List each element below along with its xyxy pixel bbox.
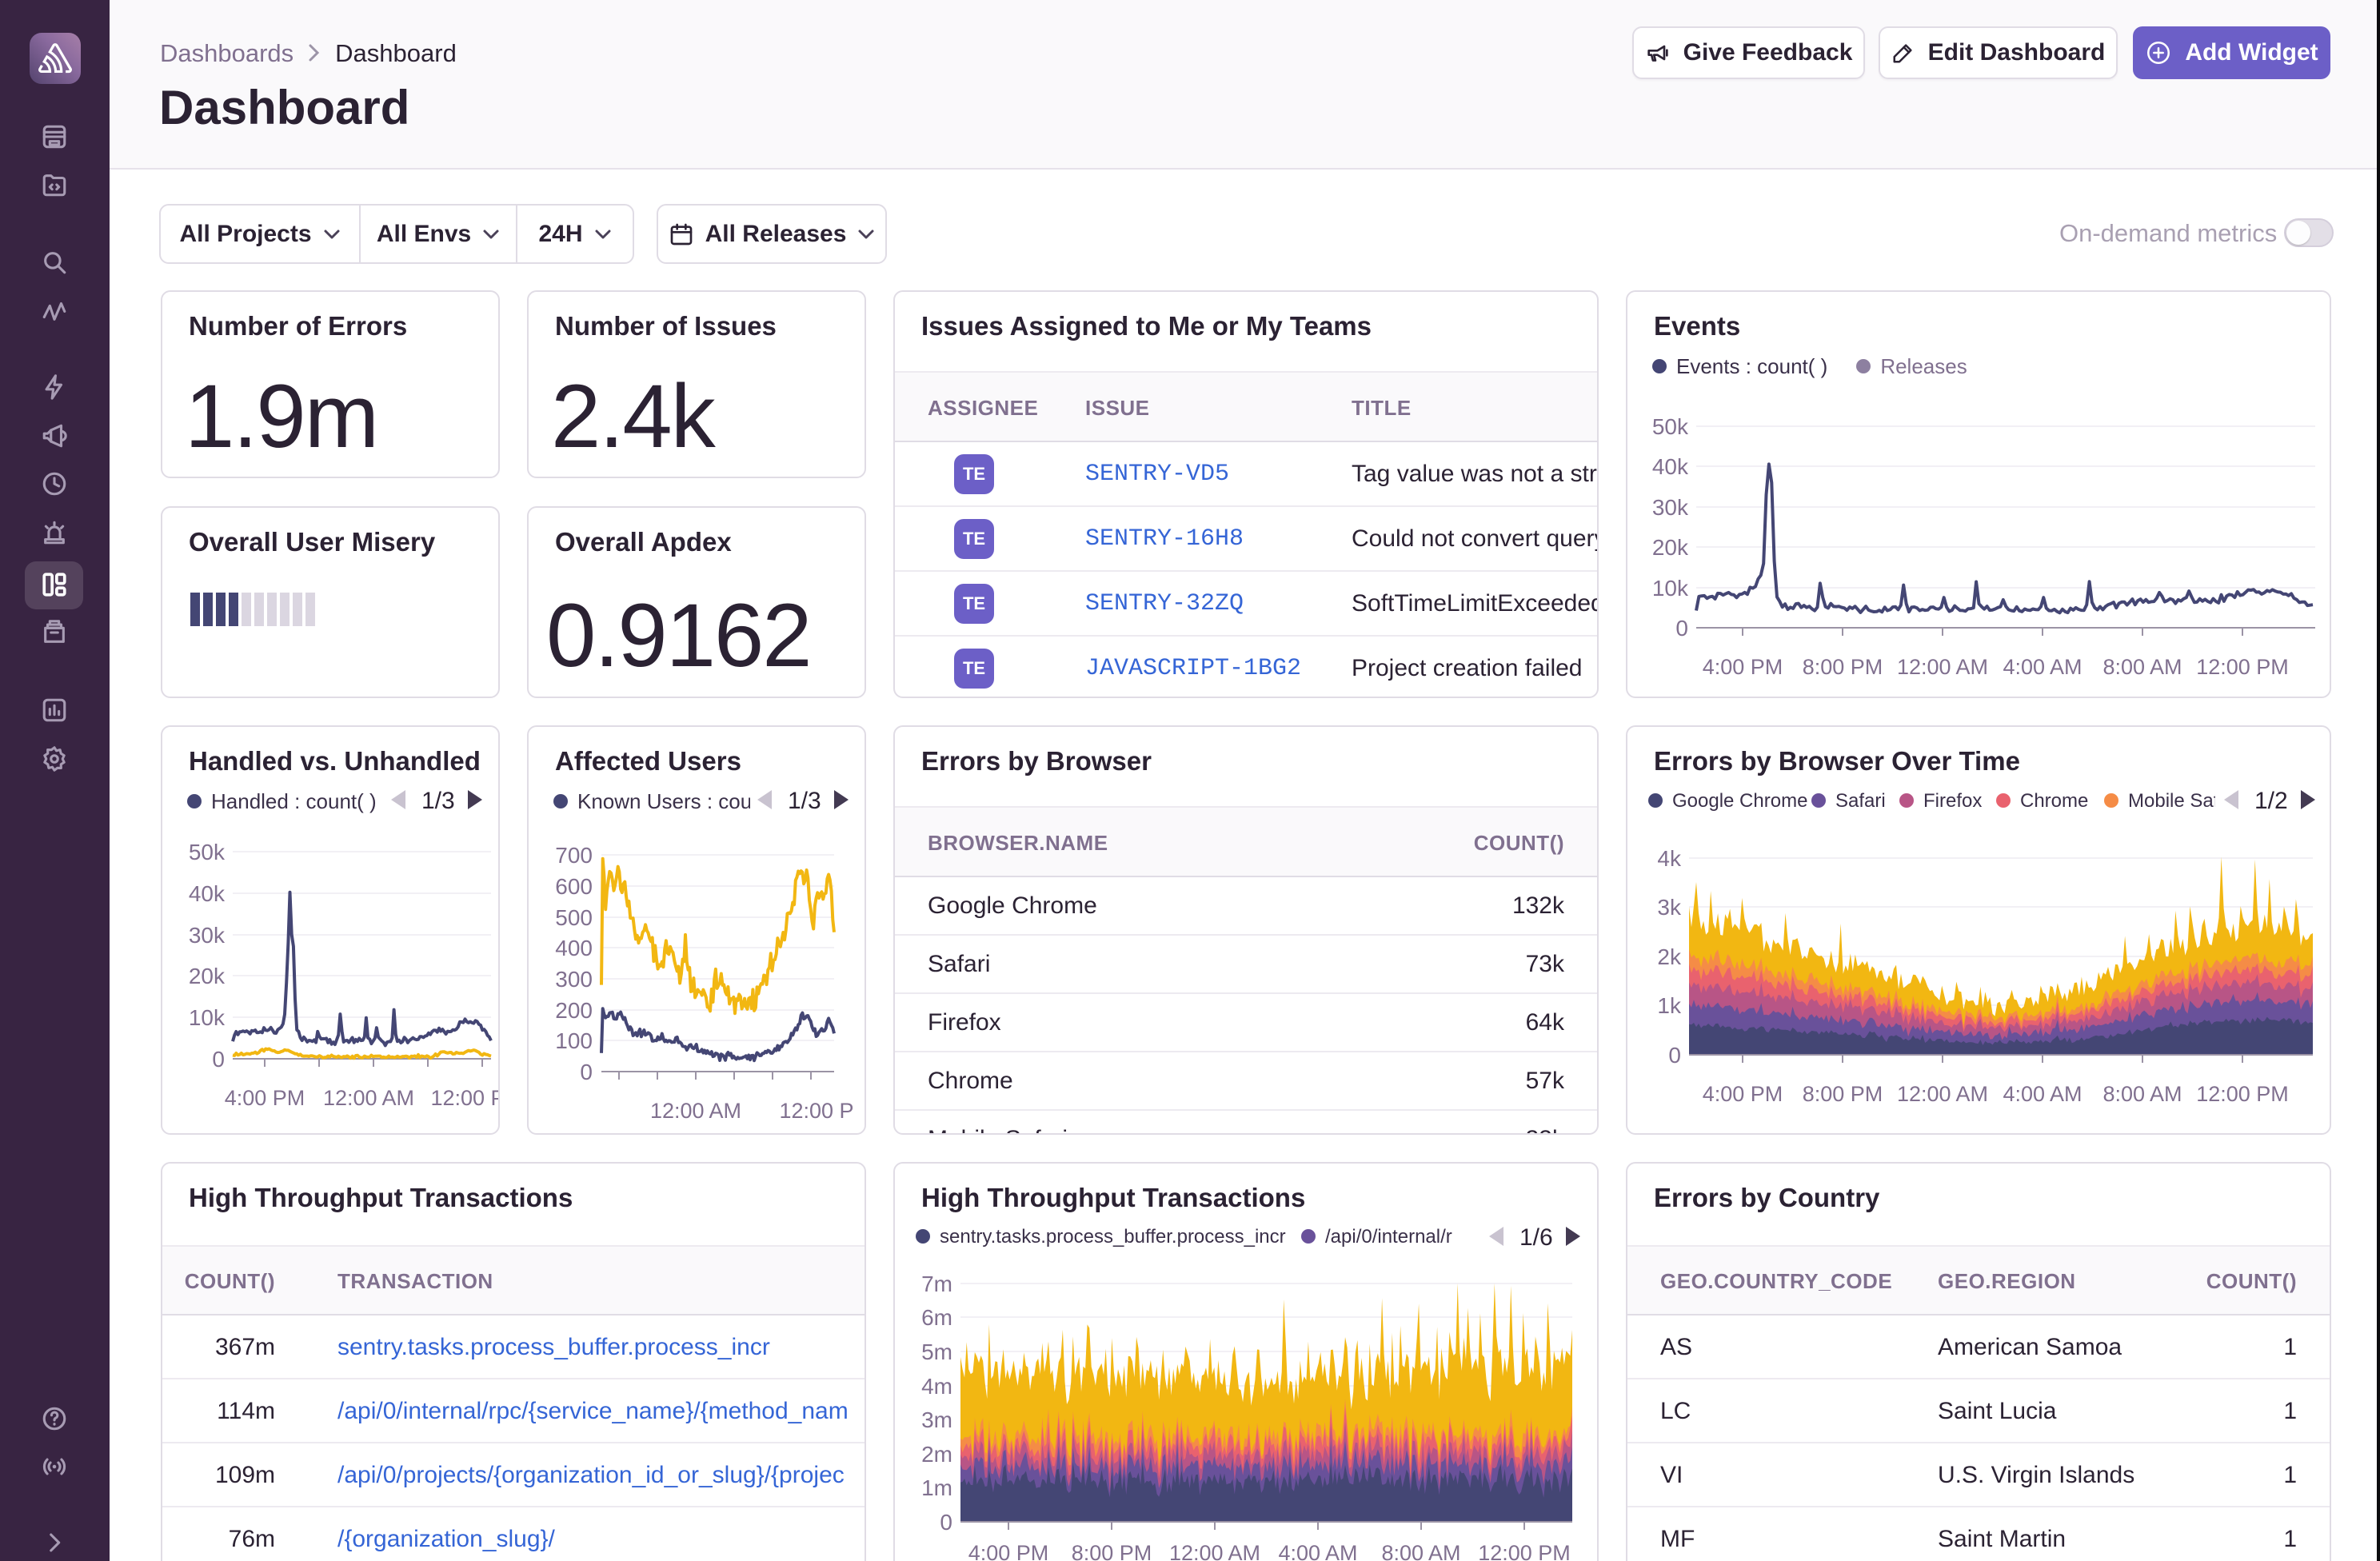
svg-text:0: 0 <box>1675 616 1688 641</box>
svg-text:100: 100 <box>555 1028 593 1053</box>
svg-text:4:00 PM: 4:00 PM <box>225 1086 305 1110</box>
svg-text:12:00 AM: 12:00 AM <box>1897 1082 1988 1106</box>
svg-text:2k: 2k <box>1657 944 1682 969</box>
svg-text:700: 700 <box>555 843 593 868</box>
svg-text:30k: 30k <box>1652 495 1689 520</box>
svg-text:5m: 5m <box>921 1339 952 1364</box>
svg-text:12:00 P: 12:00 P <box>430 1086 500 1110</box>
svg-text:10k: 10k <box>189 1005 226 1030</box>
svg-text:8:00 PM: 8:00 PM <box>1803 655 1883 679</box>
svg-text:30k: 30k <box>189 923 226 948</box>
svg-text:8:00 AM: 8:00 AM <box>2102 655 2182 679</box>
svg-text:12:00 AM: 12:00 AM <box>1169 1541 1260 1561</box>
svg-text:12:00 PM: 12:00 PM <box>2196 1082 2289 1106</box>
svg-text:200: 200 <box>555 998 593 1023</box>
svg-text:3m: 3m <box>921 1407 952 1432</box>
svg-text:6m: 6m <box>921 1305 952 1330</box>
svg-text:40k: 40k <box>189 881 226 906</box>
svg-text:12:00 PM: 12:00 PM <box>1478 1541 1571 1561</box>
svg-text:50k: 50k <box>1652 414 1689 439</box>
svg-text:4:00 PM: 4:00 PM <box>1703 1082 1783 1106</box>
svg-text:1k: 1k <box>1657 993 1682 1018</box>
svg-text:4m: 4m <box>921 1374 952 1399</box>
svg-text:4:00 AM: 4:00 AM <box>2003 655 2082 679</box>
svg-text:12:00 AM: 12:00 AM <box>650 1099 741 1123</box>
svg-text:300: 300 <box>555 967 593 992</box>
svg-text:0: 0 <box>580 1060 593 1084</box>
svg-text:4:00 AM: 4:00 AM <box>2003 1082 2082 1106</box>
svg-text:12:00 PM: 12:00 PM <box>2196 655 2289 679</box>
svg-text:12:00 P: 12:00 P <box>779 1099 853 1123</box>
svg-text:8:00 AM: 8:00 AM <box>1381 1541 1460 1561</box>
svg-text:500: 500 <box>555 905 593 930</box>
svg-text:12:00 AM: 12:00 AM <box>1897 655 1988 679</box>
svg-text:3k: 3k <box>1657 895 1682 920</box>
svg-text:4k: 4k <box>1657 846 1682 871</box>
svg-text:1m: 1m <box>921 1475 952 1500</box>
svg-text:8:00 PM: 8:00 PM <box>1803 1082 1883 1106</box>
svg-text:50k: 50k <box>189 840 226 864</box>
svg-text:12:00 AM: 12:00 AM <box>323 1086 414 1110</box>
svg-text:10k: 10k <box>1652 576 1689 601</box>
svg-text:0: 0 <box>1668 1043 1681 1068</box>
svg-text:400: 400 <box>555 936 593 960</box>
svg-text:4:00 PM: 4:00 PM <box>1703 655 1783 679</box>
svg-text:8:00 PM: 8:00 PM <box>1072 1541 1152 1561</box>
svg-text:0: 0 <box>212 1047 225 1072</box>
svg-text:8:00 AM: 8:00 AM <box>2102 1082 2182 1106</box>
svg-text:7m: 7m <box>921 1272 952 1296</box>
svg-text:4:00 AM: 4:00 AM <box>1278 1541 1357 1561</box>
svg-text:20k: 20k <box>1652 535 1689 560</box>
svg-text:600: 600 <box>555 874 593 899</box>
svg-text:2m: 2m <box>921 1442 952 1467</box>
svg-text:20k: 20k <box>189 964 226 988</box>
svg-text:0: 0 <box>940 1510 952 1535</box>
svg-text:40k: 40k <box>1652 454 1689 479</box>
svg-text:4:00 PM: 4:00 PM <box>968 1541 1049 1561</box>
